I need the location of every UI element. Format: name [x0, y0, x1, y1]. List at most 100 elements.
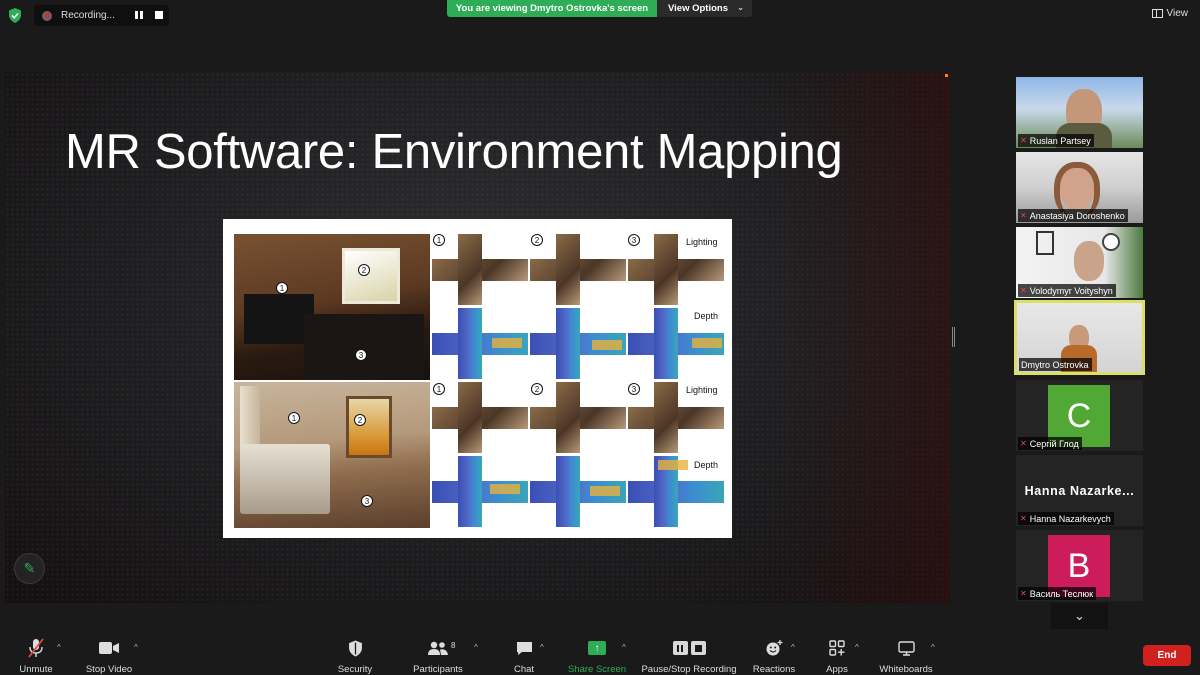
chat-options-chevron-icon[interactable]: ^ — [540, 643, 544, 652]
security-shield-icon[interactable] — [8, 8, 22, 23]
view-label: View — [1166, 8, 1189, 19]
participant-tile[interactable]: ✕ Anastasiya Doroshenko — [1016, 152, 1143, 223]
mic-muted-icon: ✕ — [1020, 514, 1027, 523]
view-options-button[interactable]: View Options ⌄ — [657, 0, 752, 17]
participant-name: Dmytro Ostrovka — [1019, 358, 1092, 371]
room-window — [346, 396, 392, 458]
lighting-label: Lighting — [686, 385, 718, 395]
smiley-plus-icon — [765, 637, 783, 659]
stop-video-button[interactable]: Stop Video — [84, 631, 134, 675]
audio-options-chevron-icon[interactable]: ^ — [57, 643, 61, 652]
participant-name: ✕ Ruslan Partsey — [1018, 134, 1094, 147]
marker-3: 3 — [628, 234, 640, 246]
participant-tile[interactable]: C ✕ Сергій Глод — [1016, 380, 1143, 451]
marker-1: 1 — [433, 234, 445, 246]
apps-button[interactable]: Apps — [825, 631, 849, 675]
marker-3: 3 — [361, 495, 373, 507]
participants-button[interactable]: Participants — [411, 631, 465, 675]
lighting-map-5 — [530, 382, 626, 453]
marker-3: 3 — [355, 349, 367, 361]
participant-tile[interactable]: ✕ Ruslan Partsey — [1016, 77, 1143, 148]
reactions-button[interactable]: Reactions — [753, 631, 795, 675]
apps-options-chevron-icon[interactable]: ^ — [855, 643, 859, 652]
reactions-label: Reactions — [752, 664, 796, 675]
stop-recording-icon[interactable] — [155, 11, 163, 19]
view-layout-icon — [1151, 9, 1163, 18]
reactions-options-chevron-icon[interactable]: ^ — [791, 643, 795, 652]
whiteboard-icon — [897, 637, 915, 659]
marker-2: 2 — [358, 264, 370, 276]
mic-muted-icon: ✕ — [1020, 439, 1027, 448]
recording-indicator: Recording... — [34, 5, 169, 26]
participant-tile-active-speaker[interactable]: Dmytro Ostrovka — [1014, 300, 1145, 375]
end-meeting-button[interactable]: End — [1143, 645, 1191, 666]
lighting-label: Lighting — [686, 237, 718, 247]
security-button[interactable]: Security — [336, 631, 374, 675]
participant-tile[interactable]: B ✕ Василь Теслюк — [1016, 530, 1143, 601]
participant-name: ✕ Василь Теслюк — [1018, 587, 1097, 600]
depth-map-1 — [432, 308, 528, 379]
apps-grid-icon — [829, 637, 845, 659]
participant-name: ✕ Сергій Глод — [1018, 437, 1082, 450]
marker-1: 1 — [276, 282, 288, 294]
marker-1: 1 — [433, 383, 445, 395]
lighting-map-2 — [530, 234, 626, 305]
whiteboards-label: Whiteboards — [879, 664, 933, 675]
chevron-down-icon: ⌄ — [737, 3, 744, 12]
mic-muted-icon: ✕ — [1020, 136, 1027, 145]
participant-tile[interactable]: ✕ Volodymyr Voityshyn — [1016, 227, 1143, 298]
participants-count-badge: 8 — [451, 641, 456, 650]
share-indicator-dot — [945, 74, 948, 77]
pause-stop-recording-button[interactable]: Pause/Stop Recording — [641, 631, 737, 675]
unmute-label: Unmute — [19, 664, 53, 675]
depth-map-5 — [530, 456, 626, 527]
top-bar: Recording... You are viewing Dmytro Ostr… — [0, 0, 1200, 30]
unmute-button[interactable]: Unmute — [18, 631, 54, 675]
people-icon — [427, 637, 449, 659]
participants-label: Participants — [413, 664, 463, 675]
video-options-chevron-icon[interactable]: ^ — [134, 643, 138, 652]
scroll-participants-down-button[interactable]: ⌄ — [1051, 603, 1108, 629]
whiteboards-options-chevron-icon[interactable]: ^ — [931, 643, 935, 652]
depth-label: Depth — [694, 460, 719, 470]
whiteboards-button[interactable]: Whiteboards — [877, 631, 935, 675]
pause-recording-icon[interactable] — [133, 9, 145, 21]
shield-icon — [348, 637, 363, 659]
participants-options-chevron-icon[interactable]: ^ — [474, 643, 478, 652]
share-screen-label: Share Screen — [567, 664, 627, 675]
marker-1: 1 — [288, 412, 300, 424]
view-button[interactable]: View — [1151, 8, 1189, 19]
chevron-down-icon: ⌄ — [1074, 608, 1085, 623]
lighting-map-4 — [432, 382, 528, 453]
participant-name: ✕ Anastasiya Doroshenko — [1018, 209, 1128, 222]
mic-muted-icon: ✕ — [1020, 211, 1027, 220]
room-render-2: 1 2 3 — [234, 382, 430, 528]
lighting-map-1 — [432, 234, 528, 305]
depth-map-4 — [432, 456, 528, 527]
chat-label: Chat — [513, 664, 535, 675]
mic-muted-icon: ✕ — [1020, 286, 1027, 295]
room-render-1: 1 2 3 — [234, 234, 430, 380]
room-window — [342, 248, 400, 304]
panel-resize-handle[interactable] — [952, 327, 955, 347]
recording-dot-icon — [42, 10, 52, 21]
share-options-chevron-icon[interactable]: ^ — [622, 643, 626, 652]
participant-name: ✕ Volodymyr Voityshyn — [1018, 284, 1116, 297]
viewing-screen-banner: You are viewing Dmytro Ostrovka's screen — [447, 0, 657, 17]
share-screen-button[interactable]: ↑ Share Screen — [568, 631, 626, 675]
chat-button[interactable]: Chat — [512, 631, 536, 675]
annotate-pencil-icon[interactable]: ✎ — [14, 553, 45, 584]
recording-label: Recording... — [61, 10, 115, 21]
apps-label: Apps — [826, 664, 848, 675]
chat-bubble-icon — [516, 637, 533, 659]
marker-2: 2 — [531, 383, 543, 395]
marker-3: 3 — [628, 383, 640, 395]
security-label: Security — [337, 664, 373, 675]
depth-map-2 — [530, 308, 626, 379]
shared-screen: MR Software: Environment Mapping 1 2 3 1… — [5, 72, 950, 603]
meeting-toolbar: Unmute ^ Stop Video ^ Security Participa… — [0, 631, 1200, 675]
pause-stop-recording-label: Pause/Stop Recording — [641, 664, 737, 675]
participant-name: ✕ Hanna Nazarkevych — [1018, 512, 1114, 525]
participant-tile[interactable]: Hanna Nazarke... ✕ Hanna Nazarkevych — [1016, 455, 1143, 526]
stop-video-label: Stop Video — [85, 664, 133, 675]
